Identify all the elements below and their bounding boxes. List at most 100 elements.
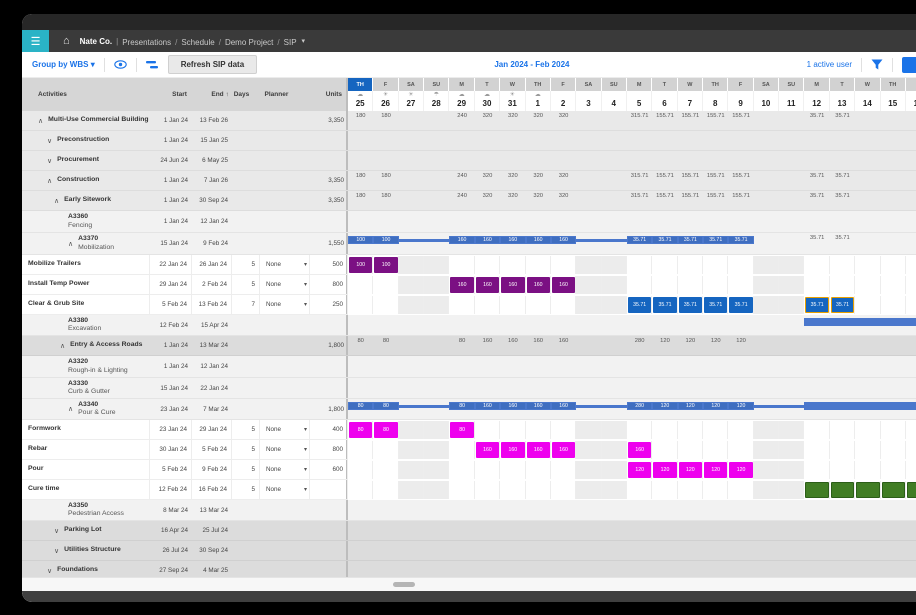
breadcrumb-item[interactable]: Schedule — [181, 38, 214, 47]
day-number-cell[interactable]: 6 — [652, 91, 677, 111]
grid-cell[interactable] — [526, 461, 551, 479]
summary-bar-segment[interactable]: 120 — [652, 402, 677, 410]
grid-cell[interactable] — [500, 461, 525, 479]
day-of-week-cell[interactable]: M — [627, 78, 652, 91]
summary-bar-segment[interactable]: 160 — [551, 236, 576, 244]
col-header-planner[interactable]: Planner — [259, 91, 309, 98]
home-icon[interactable]: ⌂ — [63, 35, 70, 47]
units-cell[interactable]: 3,350 — [310, 171, 348, 190]
share-button-partial[interactable] — [902, 57, 916, 73]
grid-cell[interactable] — [855, 461, 880, 479]
units-cell[interactable] — [310, 315, 348, 335]
summary-bar[interactable] — [804, 402, 916, 410]
grid-cell[interactable] — [703, 441, 728, 459]
end-date-cell[interactable]: 5 Feb 24 — [192, 440, 232, 460]
grid-cell[interactable] — [906, 276, 916, 294]
days-cell[interactable] — [232, 561, 260, 577]
day-number-cell[interactable]: 5 — [627, 91, 652, 111]
unit-block-purple[interactable]: 160 — [450, 277, 473, 293]
start-date-cell[interactable]: 22 Jan 24 — [150, 255, 192, 275]
grid-cell[interactable] — [652, 481, 677, 499]
grid-cell[interactable] — [881, 421, 906, 439]
start-date-cell[interactable]: 1 Jan 24 — [150, 356, 192, 377]
grid-cell[interactable] — [602, 276, 627, 294]
grid-cell[interactable] — [551, 296, 576, 314]
grid-cell[interactable] — [424, 461, 449, 479]
summary-bar-segment[interactable]: 35.71 — [652, 236, 677, 244]
unit-block-magenta[interactable]: 80 — [349, 422, 372, 438]
group-by-dropdown[interactable]: Group by WBS ▾ — [32, 60, 95, 69]
grid-cell[interactable] — [906, 441, 916, 459]
day-of-week-cell[interactable]: SU — [424, 78, 449, 91]
day-of-week-cell[interactable]: W — [855, 78, 880, 91]
table-row[interactable]: ∨Utilities Structure26 Jul 2430 Sep 24 — [22, 541, 916, 561]
table-row[interactable]: A3380Excavation12 Feb 2415 Apr 24 — [22, 315, 916, 336]
grid-cell[interactable] — [475, 296, 500, 314]
day-of-week-cell[interactable]: TH — [526, 78, 551, 91]
grid-cell[interactable] — [804, 441, 829, 459]
gantt-view-button[interactable] — [146, 60, 158, 70]
grid-cell[interactable] — [754, 461, 779, 479]
grid-cell[interactable] — [449, 256, 474, 274]
unit-block-magenta[interactable]: 120 — [653, 462, 676, 478]
grid-cell[interactable] — [576, 256, 601, 274]
end-date-cell[interactable]: 2 Feb 24 — [192, 275, 232, 295]
visibility-eye-button[interactable] — [114, 60, 127, 69]
grid-cell[interactable] — [728, 441, 753, 459]
start-date-cell[interactable]: 29 Jan 24 — [150, 275, 192, 295]
unit-block-blue[interactable]: 35.71 — [628, 297, 651, 313]
grid-cell[interactable] — [678, 256, 703, 274]
summary-bar-segment[interactable]: 160 — [526, 236, 551, 244]
chevron-down-icon[interactable]: ∨ — [47, 567, 52, 575]
grid-cell[interactable] — [906, 461, 916, 479]
filter-button[interactable] — [871, 59, 883, 70]
table-row[interactable]: ∧Multi-Use Commercial Building1 Jan 2413… — [22, 111, 916, 131]
grid-cell[interactable] — [855, 276, 880, 294]
unit-block-magenta[interactable]: 160 — [527, 442, 550, 458]
days-cell[interactable] — [232, 500, 260, 520]
grid-cell[interactable] — [703, 481, 728, 499]
units-cell[interactable]: 1,800 — [310, 336, 348, 355]
days-cell[interactable]: 5 — [232, 440, 260, 460]
unit-block-blue[interactable]: 35.71 — [704, 297, 727, 313]
grid-cell[interactable] — [703, 256, 728, 274]
unit-block-magenta[interactable]: 120 — [628, 462, 651, 478]
grid-cell[interactable] — [551, 481, 576, 499]
grid-cell[interactable] — [906, 421, 916, 439]
unit-block-magenta[interactable]: 80 — [450, 422, 473, 438]
col-header-activities[interactable]: Activities — [22, 91, 149, 98]
summary-bar-segment[interactable]: 35.71 — [728, 236, 753, 244]
grid-cell[interactable] — [424, 256, 449, 274]
activity-cell[interactable]: ∨Foundations — [22, 561, 150, 577]
grid-cell[interactable] — [728, 421, 753, 439]
grid-cell[interactable] — [449, 461, 474, 479]
unit-block-magenta[interactable]: 120 — [729, 462, 752, 478]
grid-cell[interactable] — [576, 461, 601, 479]
end-date-cell[interactable]: 9 Feb 24 — [192, 460, 232, 480]
grid-cell[interactable] — [652, 441, 677, 459]
start-date-cell[interactable]: 1 Jan 24 — [150, 111, 192, 130]
end-date-cell[interactable]: 13 Mar 24 — [192, 336, 232, 355]
days-cell[interactable]: 7 — [232, 295, 260, 315]
planner-cell[interactable]: None▾ — [260, 460, 310, 480]
grid-cell[interactable] — [551, 461, 576, 479]
grid-cell[interactable] — [475, 461, 500, 479]
summary-bar-segment[interactable]: 35.71 — [627, 236, 652, 244]
days-cell[interactable] — [232, 151, 260, 170]
unit-block-blueHl[interactable]: 35.71 — [831, 297, 854, 313]
start-date-cell[interactable]: 23 Jan 24 — [150, 399, 192, 419]
grid-cell[interactable] — [500, 481, 525, 499]
planner-cell[interactable] — [260, 315, 310, 335]
activity-cell[interactable]: ∧Construction — [22, 171, 150, 190]
hamburger-menu-button[interactable]: ☰ — [22, 30, 49, 52]
day-of-week-cell[interactable]: SA — [576, 78, 601, 91]
units-cell[interactable] — [310, 480, 348, 500]
planner-cell[interactable] — [260, 233, 310, 254]
planner-cell[interactable] — [260, 111, 310, 130]
grid-cell[interactable] — [449, 296, 474, 314]
units-cell[interactable]: 600 — [310, 460, 348, 480]
day-number-cell[interactable]: ☁1 — [526, 91, 551, 111]
day-of-week-cell[interactable]: F — [728, 78, 753, 91]
activity-cell[interactable]: ∨Parking Lot — [22, 521, 150, 540]
day-of-week-cell[interactable]: SA — [754, 78, 779, 91]
